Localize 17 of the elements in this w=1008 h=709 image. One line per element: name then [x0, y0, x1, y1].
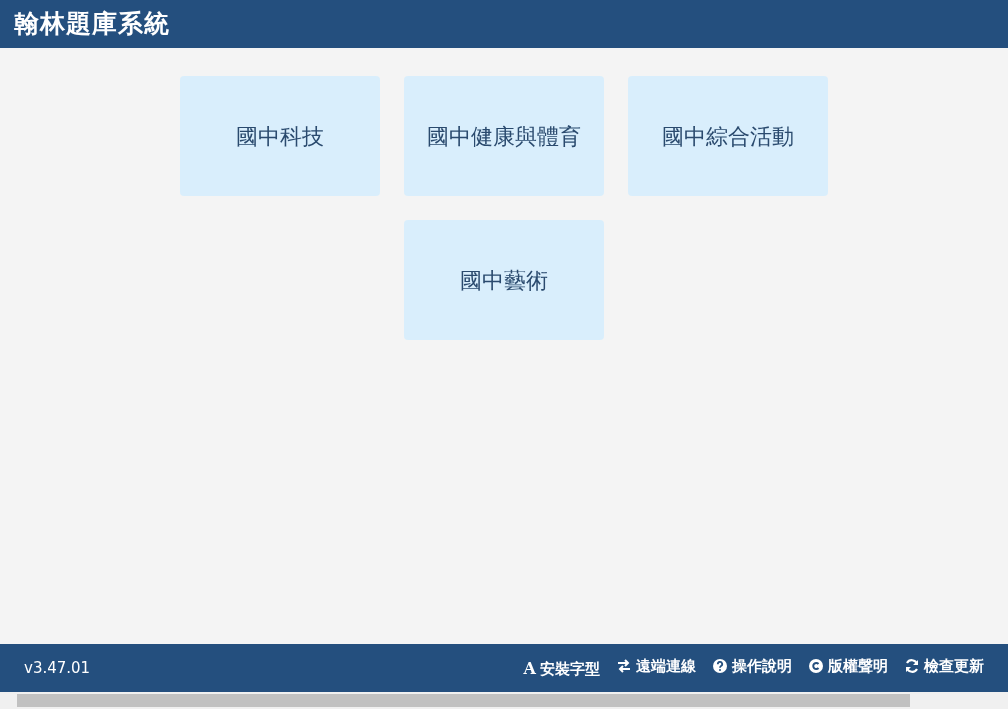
- font-icon: A: [523, 661, 536, 678]
- scrollbar[interactable]: [0, 692, 1008, 709]
- footer-link[interactable]: A 安裝字型: [523, 657, 600, 681]
- refresh-icon: [904, 658, 920, 675]
- subject-button[interactable]: 國中綜合活動: [628, 76, 828, 196]
- footer-link[interactable]: 版權聲明: [808, 654, 888, 678]
- copyright-icon: [808, 658, 824, 675]
- footer-link[interactable]: 遠端連線: [616, 654, 696, 678]
- help-icon: [712, 658, 728, 675]
- app-title: 翰林題庫系統: [14, 8, 170, 41]
- swap-arrows-icon: [616, 658, 632, 675]
- subject-button[interactable]: 國中科技: [180, 76, 380, 196]
- subject-button[interactable]: 國中藝術: [404, 220, 604, 340]
- subject-button[interactable]: 國中健康與體育: [404, 76, 604, 196]
- footer-link[interactable]: 操作說明: [712, 654, 792, 678]
- version-text: v3.47.01: [24, 657, 91, 679]
- footer-link[interactable]: 檢查更新: [904, 654, 984, 678]
